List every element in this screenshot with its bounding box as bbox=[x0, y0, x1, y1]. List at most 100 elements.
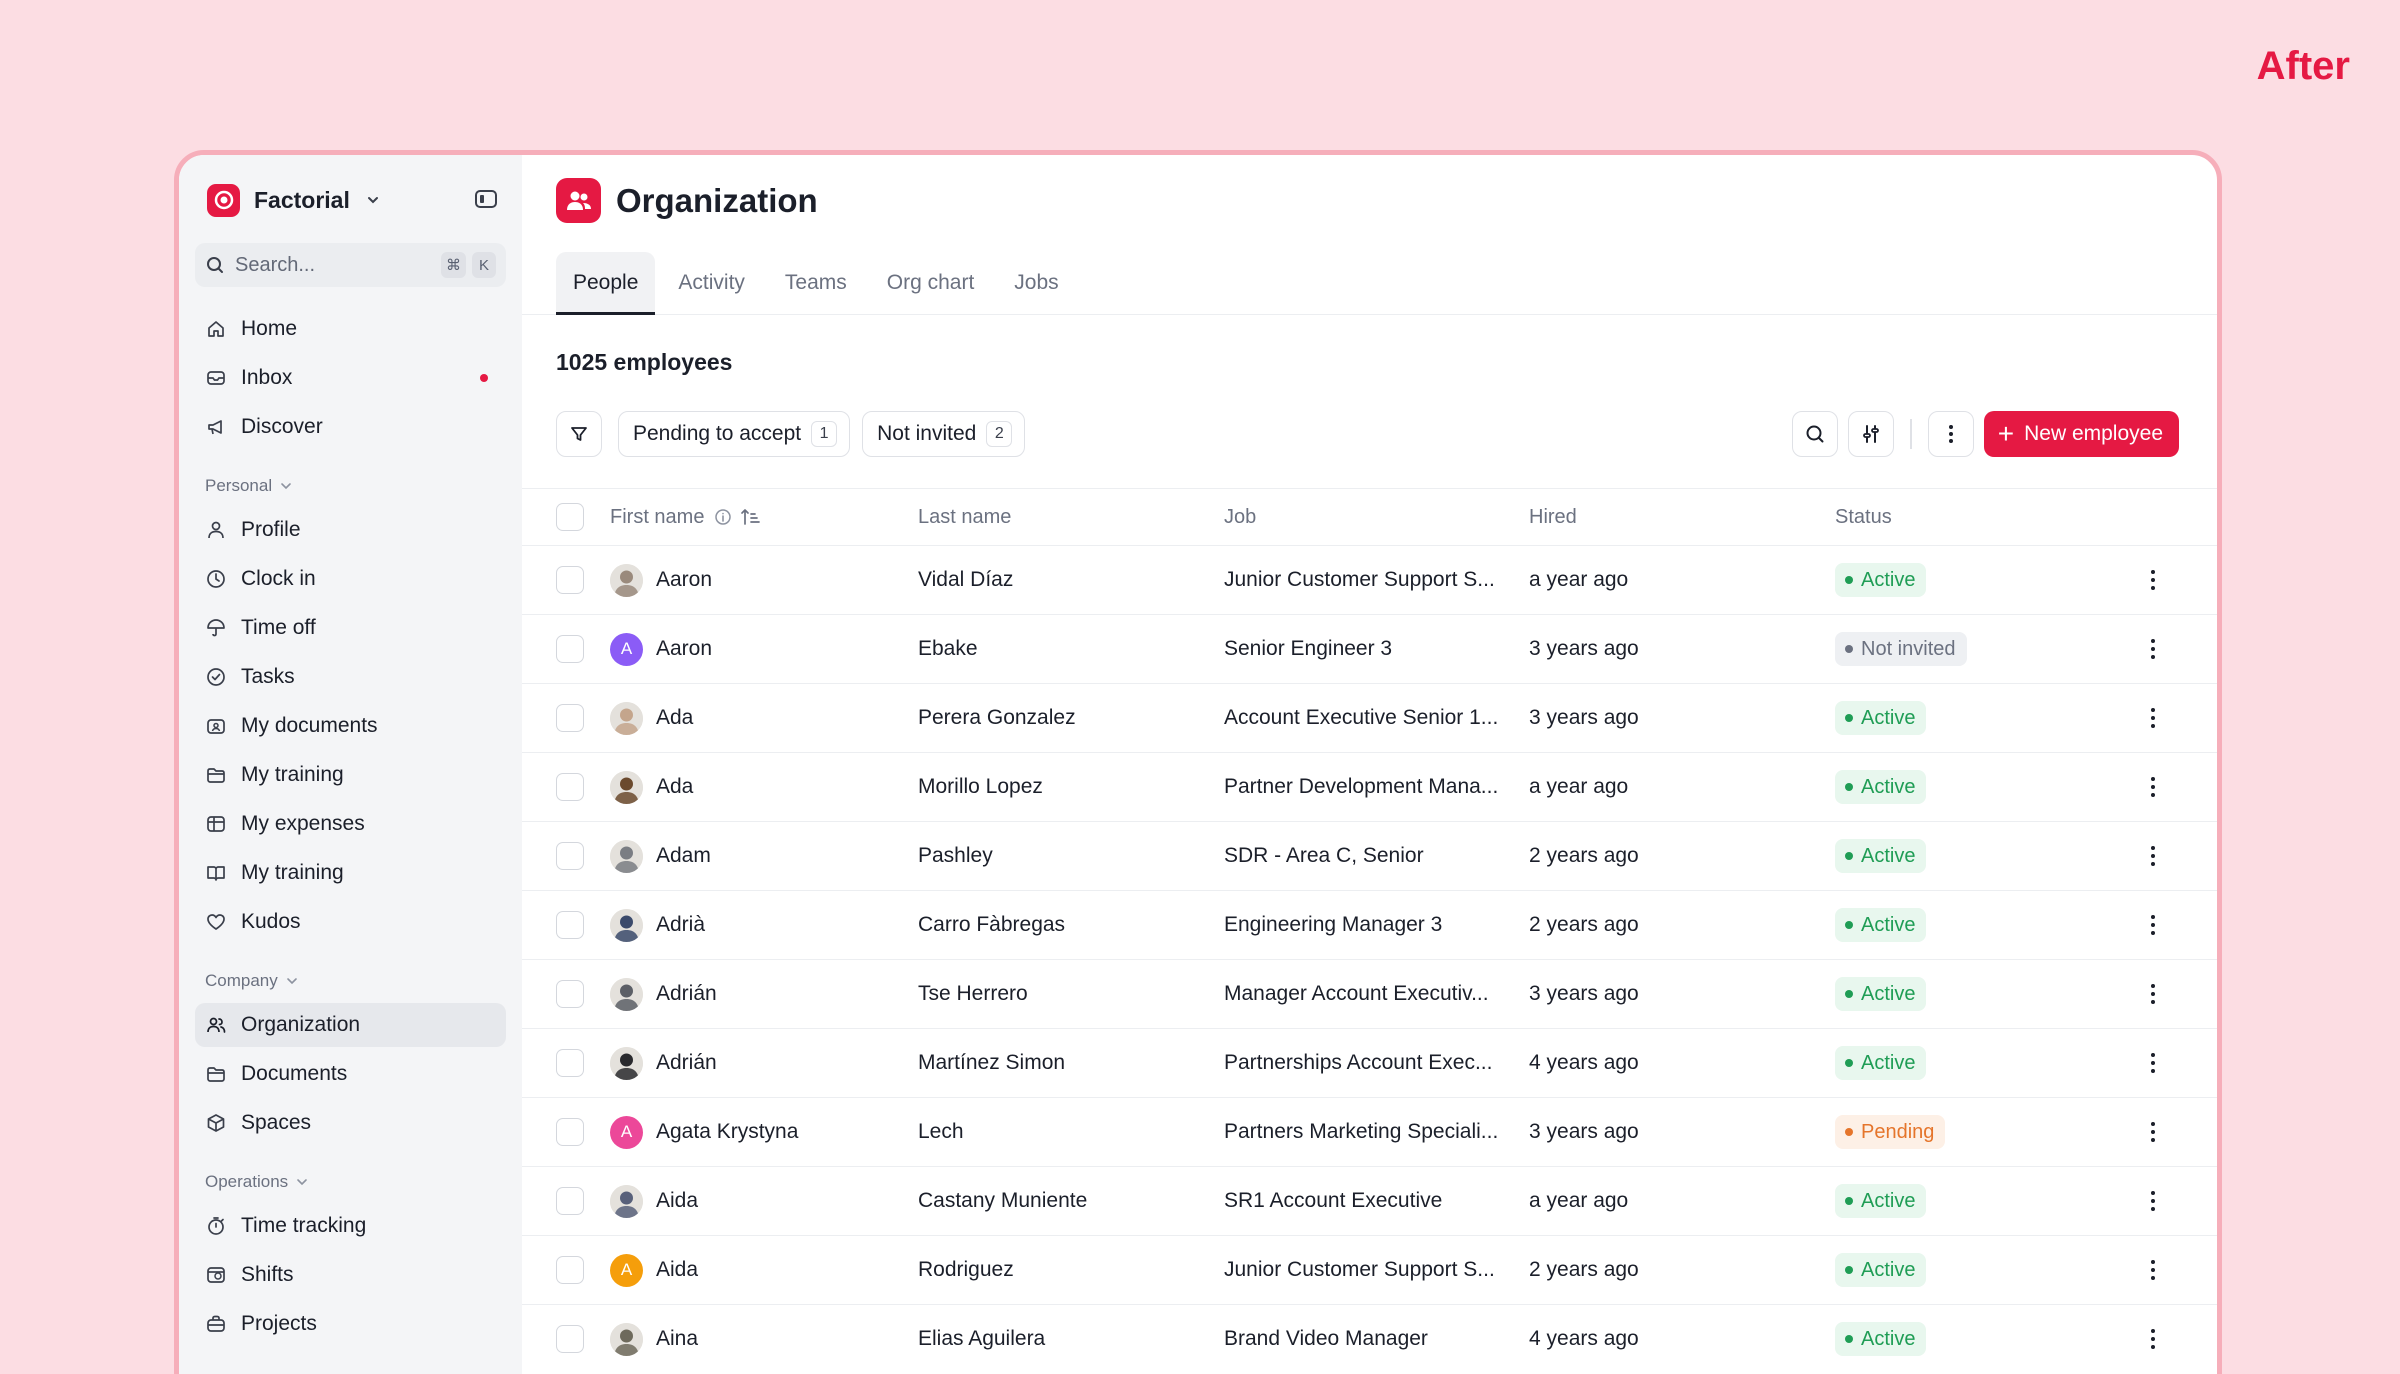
sidebar-item-organization[interactable]: Organization bbox=[195, 1003, 506, 1047]
tab-teams[interactable]: Teams bbox=[768, 252, 864, 314]
sidebar-item-projects[interactable]: Projects bbox=[195, 1302, 506, 1346]
row-checkbox[interactable] bbox=[556, 980, 584, 1008]
row-checkbox[interactable] bbox=[556, 1118, 584, 1146]
sidebar-item-shifts[interactable]: Shifts bbox=[195, 1253, 506, 1297]
sidebar-item-my-documents[interactable]: My documents bbox=[195, 704, 506, 748]
filter-chip-count: 1 bbox=[811, 421, 838, 447]
row-checkbox[interactable] bbox=[556, 842, 584, 870]
column-header-last-name[interactable]: Last name bbox=[918, 506, 1011, 529]
new-employee-label: New employee bbox=[2024, 422, 2163, 445]
sidebar-item-my-training[interactable]: My training bbox=[195, 753, 506, 797]
table-row[interactable]: Adrián Martínez Simon Partnerships Account… bbox=[522, 1028, 2217, 1097]
sidebar-item-home[interactable]: Home bbox=[195, 307, 506, 351]
row-checkbox[interactable] bbox=[556, 704, 584, 732]
table-row[interactable]: Aaron Vidal Díaz Junior Customer Support S… bbox=[522, 545, 2217, 614]
row-checkbox[interactable] bbox=[556, 635, 584, 663]
status-dot bbox=[1845, 783, 1853, 791]
sidebar-item-discover[interactable]: Discover bbox=[195, 405, 506, 449]
row-checkbox[interactable] bbox=[556, 1049, 584, 1077]
sidebar-item-kudos[interactable]: Kudos bbox=[195, 900, 506, 944]
row-actions-button[interactable] bbox=[2149, 1329, 2157, 1349]
table-search-button[interactable] bbox=[1792, 411, 1839, 457]
table-row[interactable]: A Agata Krystyna Lech Partners Marketing Sp… bbox=[522, 1097, 2217, 1166]
row-actions-button[interactable] bbox=[2149, 1122, 2157, 1142]
column-header-status[interactable]: Status bbox=[1835, 506, 1892, 529]
status-label: Active bbox=[1861, 775, 1916, 798]
last-name-cell: Rodriguez bbox=[918, 1258, 1014, 1281]
dot bbox=[2151, 639, 2155, 643]
row-actions-button[interactable] bbox=[2149, 639, 2157, 659]
first-name: Aina bbox=[656, 1327, 699, 1350]
sidebar-item-inbox[interactable]: Inbox bbox=[195, 356, 506, 400]
sidebar-item-label: Discover bbox=[241, 415, 323, 438]
sidebar-item-tasks[interactable]: Tasks bbox=[195, 655, 506, 699]
unread-dot bbox=[480, 374, 488, 382]
row-checkbox[interactable] bbox=[556, 1256, 584, 1284]
section-operations[interactable]: Operations bbox=[195, 1165, 506, 1199]
row-checkbox[interactable] bbox=[556, 1325, 584, 1353]
row-actions-button[interactable] bbox=[2149, 1053, 2157, 1073]
first-name: Adrián bbox=[656, 982, 717, 1005]
select-all-checkbox[interactable] bbox=[556, 503, 584, 531]
sidebar-toggle-icon[interactable] bbox=[474, 188, 498, 210]
column-header-hired[interactable]: Hired bbox=[1529, 506, 1577, 529]
tab-org-chart[interactable]: Org chart bbox=[870, 252, 992, 314]
table-row[interactable]: Aina Elias Aguilera Brand Video Manager 4 y… bbox=[522, 1304, 2217, 1373]
section-personal[interactable]: Personal bbox=[195, 469, 506, 503]
table-row[interactable]: Ada Perera Gonzalez Account Executive Seni… bbox=[522, 683, 2217, 752]
row-checkbox[interactable] bbox=[556, 566, 584, 594]
table-row[interactable]: A Aaron Ebake Senior Engineer 3 3 years ago N… bbox=[522, 614, 2217, 683]
row-actions-button[interactable] bbox=[2149, 915, 2157, 935]
table-row[interactable]: Ada Morillo Lopez Partner Development Mana… bbox=[522, 752, 2217, 821]
tab-jobs[interactable]: Jobs bbox=[997, 252, 1075, 314]
sidebar-item-documents[interactable]: Documents bbox=[195, 1052, 506, 1096]
row-checkbox[interactable] bbox=[556, 911, 584, 939]
sidebar-item-profile[interactable]: Profile bbox=[195, 508, 506, 552]
row-actions-button[interactable] bbox=[2149, 570, 2157, 590]
sidebar-item-time-off[interactable]: Time off bbox=[195, 606, 506, 650]
row-actions-button[interactable] bbox=[2149, 1260, 2157, 1280]
avatar-photo bbox=[610, 701, 643, 735]
sidebar-item-label: Shifts bbox=[241, 1263, 294, 1286]
first-name: Aaron bbox=[656, 637, 713, 660]
info-icon[interactable] bbox=[714, 508, 732, 526]
more-options-button[interactable] bbox=[1927, 411, 1974, 457]
first-name: Ada bbox=[656, 775, 694, 798]
status-dot bbox=[1845, 852, 1853, 860]
company-switcher[interactable]: Factorial bbox=[195, 173, 506, 227]
row-actions-button[interactable] bbox=[2149, 846, 2157, 866]
avatar-photo bbox=[610, 563, 643, 597]
row-checkbox[interactable] bbox=[556, 1187, 584, 1215]
tab-people[interactable]: People bbox=[556, 252, 656, 315]
table-row[interactable]: Adrián Tse Herrero Manager Account Executi… bbox=[522, 959, 2217, 1028]
tab-activity[interactable]: Activity bbox=[661, 252, 762, 314]
table-row[interactable]: Adrià Carro Fàbregas Engineering Manager 3… bbox=[522, 890, 2217, 959]
sidebar-item-spaces[interactable]: Spaces bbox=[195, 1101, 506, 1145]
filter-chip-not-invited[interactable]: Not invited 2 bbox=[862, 411, 1026, 457]
filter-button[interactable] bbox=[556, 411, 602, 457]
row-actions-button[interactable] bbox=[2149, 777, 2157, 797]
row-actions-button[interactable] bbox=[2149, 708, 2157, 728]
filter-chip-pending-to-accept[interactable]: Pending to accept 1 bbox=[618, 411, 851, 457]
sidebar-search[interactable]: Search... ⌘ K bbox=[195, 243, 506, 287]
table-row[interactable]: Adam Pashley SDR - Area C, Senior 2 years a… bbox=[522, 821, 2217, 890]
row-checkbox[interactable] bbox=[556, 773, 584, 801]
job-cell: SR1 Account Executive bbox=[1224, 1189, 1443, 1212]
sort-ascending-icon[interactable] bbox=[740, 507, 762, 527]
new-employee-button[interactable]: + New employee bbox=[1983, 411, 2179, 457]
status-dot bbox=[1845, 576, 1853, 584]
dot bbox=[2151, 1000, 2155, 1004]
status-badge: Active bbox=[1835, 908, 1927, 942]
column-header-job[interactable]: Job bbox=[1224, 506, 1256, 529]
sidebar-item-my-expenses[interactable]: My expenses bbox=[195, 802, 506, 846]
row-actions-button[interactable] bbox=[2149, 984, 2157, 1004]
table-row[interactable]: Aida Castany Muniente SR1 Account Executiv… bbox=[522, 1166, 2217, 1235]
sidebar-item-clock-in[interactable]: Clock in bbox=[195, 557, 506, 601]
table-row[interactable]: A Aida Rodriguez Junior Customer Support S.… bbox=[522, 1235, 2217, 1304]
row-actions-button[interactable] bbox=[2149, 1191, 2157, 1211]
column-header-first-name[interactable]: First name bbox=[610, 506, 762, 529]
column-settings-button[interactable] bbox=[1848, 411, 1895, 457]
sidebar-item-my-training[interactable]: My training bbox=[195, 851, 506, 895]
sidebar-item-time-tracking[interactable]: Time tracking bbox=[195, 1204, 506, 1248]
section-company[interactable]: Company bbox=[195, 964, 506, 998]
